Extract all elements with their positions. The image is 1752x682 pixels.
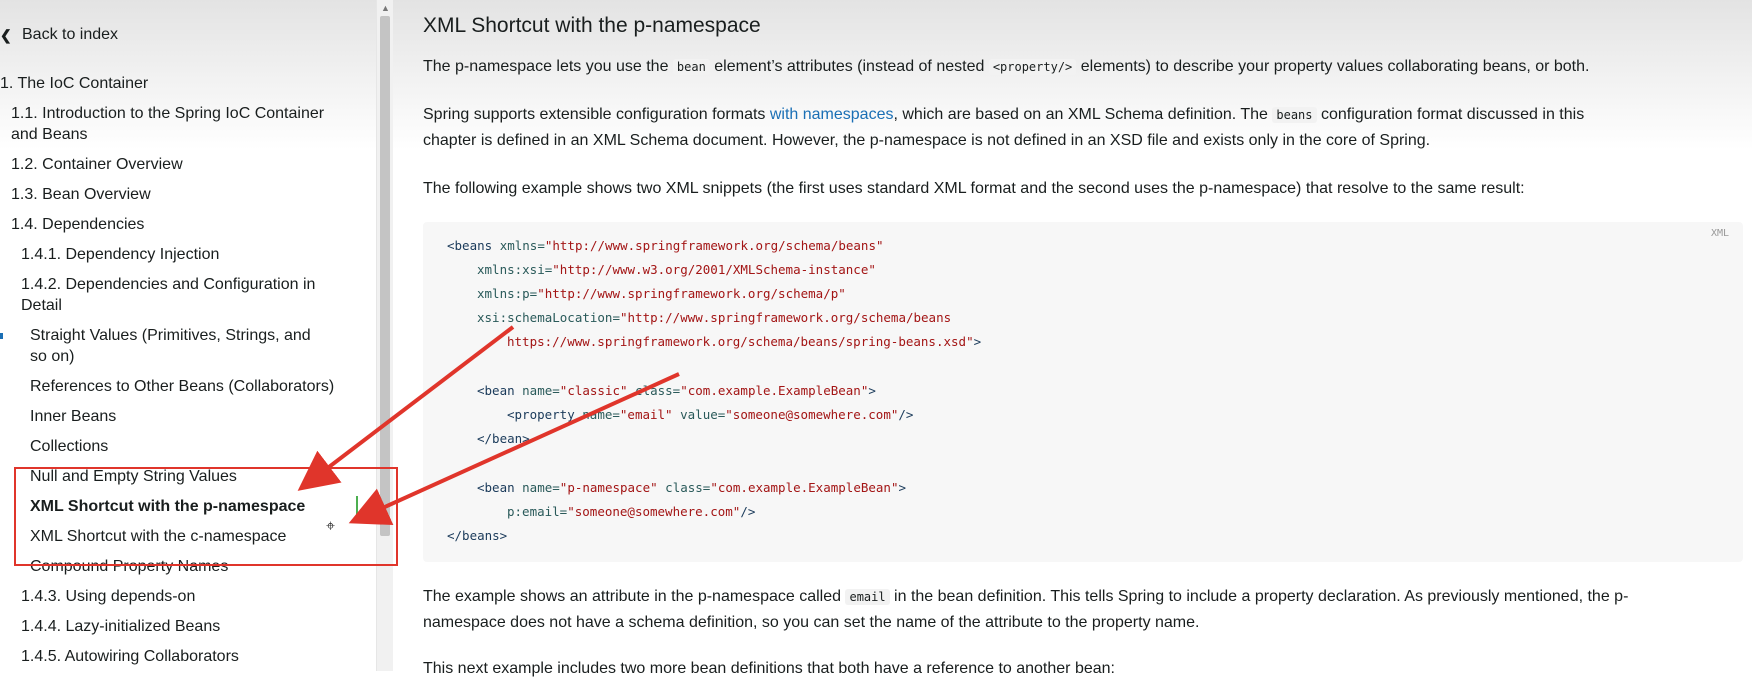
- mouse-cursor-icon: ⌖: [326, 518, 336, 535]
- toc-item-label: 1.4.1. Dependency Injection: [21, 246, 220, 263]
- main-content: XML Shortcut with the p-namespace The p-…: [392, 0, 1752, 677]
- toc-item[interactable]: Straight Values (Primitives, Strings, an…: [30, 325, 345, 367]
- toc-item[interactable]: 1.4. Dependencies: [11, 214, 345, 235]
- paragraph-example: The following example shows two XML snip…: [423, 180, 1525, 197]
- paragraph-explanation: The example shows an attribute in the p-…: [423, 588, 1629, 631]
- toc-item-label: and Beans: [11, 126, 88, 143]
- toc-item-label: 1.1. Introduction to the Spring IoC Cont…: [11, 105, 325, 122]
- code-line: <beans xmlns="http://www.springframework…: [447, 238, 884, 253]
- paragraph-intro: The p-namespace lets you use the bean el…: [423, 58, 1590, 75]
- inline-code: <property/>: [988, 59, 1077, 75]
- scroll-up-icon[interactable]: ▲: [381, 3, 390, 13]
- paragraph-next-example: This next example includes two more bean…: [423, 660, 1115, 677]
- scrollbar-thumb[interactable]: [380, 16, 390, 536]
- inline-code: bean: [672, 59, 710, 75]
- toc-item[interactable]: Collections: [30, 436, 345, 457]
- toc-sidebar: ❮ Back to index 1. The IoC Container 1.1.…: [0, 0, 376, 671]
- page-title: XML Shortcut with the p-namespace: [423, 14, 761, 37]
- toc-item[interactable]: 1. The IoC Container: [0, 73, 345, 94]
- code-lang-label: XML: [1710, 228, 1729, 239]
- toc-item-label: 1. The IoC Container: [0, 75, 149, 92]
- back-label: Back to index: [22, 26, 119, 43]
- code-line: p:email="someone@somewhere.com"/>: [507, 504, 756, 519]
- toc-item-label: Collections: [30, 438, 109, 455]
- code-line: https://www.springframework.org/schema/b…: [507, 334, 982, 349]
- scroll-marker: [0, 333, 3, 339]
- chevron-left-icon: ❮: [0, 26, 12, 43]
- inline-code: email: [845, 589, 890, 605]
- green-marker: [356, 496, 358, 516]
- toc-item-label: 1.2. Container Overview: [11, 156, 183, 173]
- code-line: xsi:schemaLocation="http://www.springfra…: [477, 310, 952, 325]
- toc-item-label: 1.3. Bean Overview: [11, 186, 151, 203]
- toc-item[interactable]: 1.4.1. Dependency Injection: [21, 244, 345, 265]
- with-namespaces-link[interactable]: with namespaces: [770, 106, 894, 123]
- annotation-highlight-box: [14, 467, 398, 566]
- sidebar-scrollbar[interactable]: ▲: [376, 0, 393, 671]
- inline-code: beans: [1272, 107, 1317, 123]
- code-line: xmlns:xsi="http://www.w3.org/2001/XMLSch…: [477, 262, 876, 277]
- paragraph-namespaces: Spring supports extensible configuration…: [423, 106, 1585, 149]
- toc-item[interactable]: 1.1. Introduction to the Spring IoC Cont…: [11, 103, 345, 145]
- code-line: <property name="email" value="someone@so…: [507, 407, 914, 422]
- toc-item-label: 1.4.4. Lazy-initialized Beans: [21, 618, 221, 635]
- toc-item-label: Straight Values (Primitives, Strings, an…: [30, 327, 311, 344]
- back-to-index-link[interactable]: ❮ Back to index: [0, 26, 118, 44]
- toc-item[interactable]: 1.4.4. Lazy-initialized Beans: [21, 616, 345, 637]
- toc-item[interactable]: 1.3. Bean Overview: [11, 184, 345, 205]
- code-line: <bean name="classic" class="com.example.…: [477, 383, 876, 398]
- toc-item-label: Detail: [21, 297, 62, 314]
- toc-item-label: Inner Beans: [30, 408, 117, 425]
- code-line: </bean>: [477, 431, 530, 446]
- toc-item-label: 1.4.5. Autowiring Collaborators: [21, 648, 239, 665]
- code-line: <bean name="p-namespace" class="com.exam…: [477, 480, 907, 495]
- toc-item-label: so on): [30, 348, 75, 365]
- toc-item[interactable]: References to Other Beans (Collaborators…: [30, 376, 345, 397]
- toc-item[interactable]: 1.4.2. Dependencies and Configuration in…: [21, 274, 345, 316]
- toc-item-label: 1.4.2. Dependencies and Configuration in: [21, 276, 316, 293]
- toc-item[interactable]: 1.4.5. Autowiring Collaborators: [21, 646, 345, 667]
- toc-item-label: 1.4. Dependencies: [11, 216, 145, 233]
- toc-item-label: 1.4.3. Using depends-on: [21, 588, 196, 605]
- code-line: </beans>: [447, 528, 508, 543]
- xml-code-block: XML <beans xmlns="http://www.springframe…: [423, 222, 1743, 562]
- toc-item[interactable]: Inner Beans: [30, 406, 345, 427]
- code-line: xmlns:p="http://www.springframework.org/…: [477, 286, 846, 301]
- toc-item[interactable]: 1.2. Container Overview: [11, 154, 345, 175]
- toc-item[interactable]: 1.4.3. Using depends-on: [21, 586, 345, 607]
- toc-item-label: References to Other Beans (Collaborators…: [30, 378, 335, 395]
